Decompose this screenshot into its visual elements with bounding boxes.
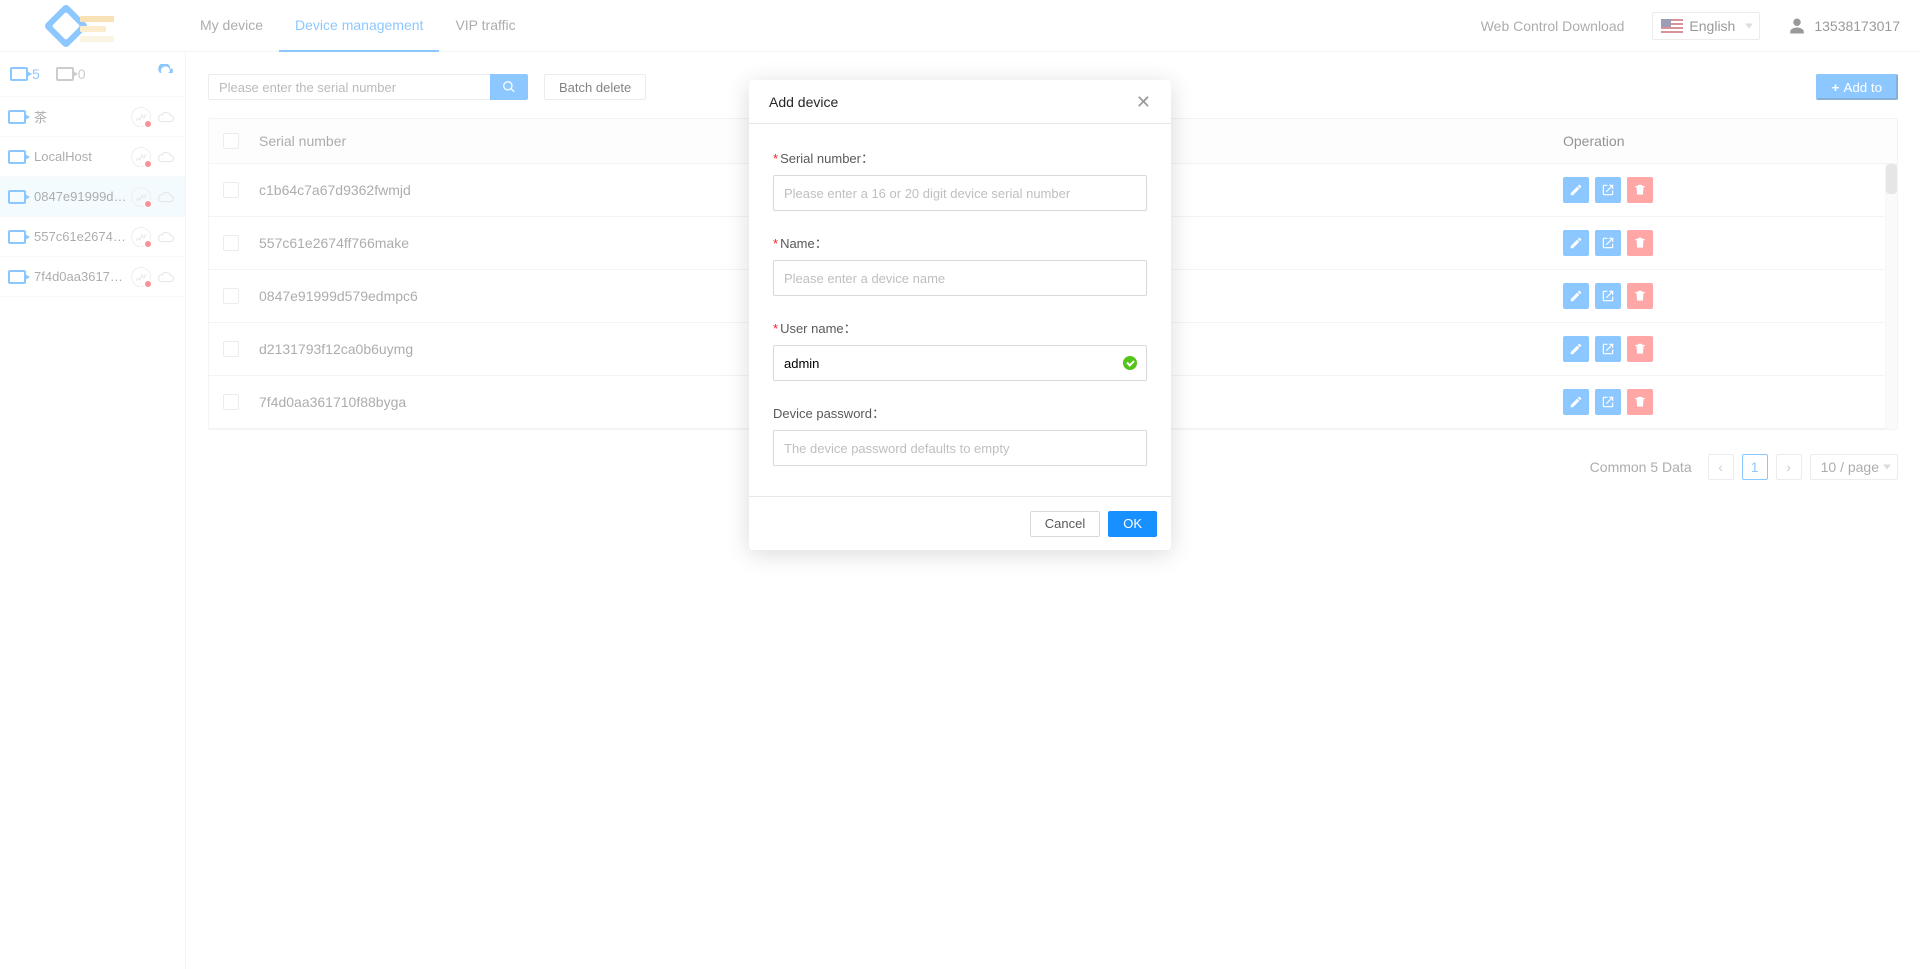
password-label: Device password： [773,403,1147,422]
modal-title: Add device [769,94,838,110]
serial-number-input[interactable] [773,175,1147,211]
device-name-input[interactable] [773,260,1147,296]
password-input[interactable] [773,430,1147,466]
close-icon: ✕ [1136,92,1151,112]
success-check-icon [1123,356,1137,370]
name-label: *Name： [773,233,1147,252]
username-label: *User name： [773,318,1147,337]
serial-label: *Serial number： [773,148,1147,167]
add-device-modal: Add device ✕ *Serial number： *Name： *Use… [749,80,1171,550]
modal-overlay: Add device ✕ *Serial number： *Name： *Use… [0,0,1920,969]
username-input[interactable] [773,345,1147,381]
ok-button[interactable]: OK [1108,511,1157,537]
modal-close-button[interactable]: ✕ [1136,93,1151,111]
cancel-button[interactable]: Cancel [1030,511,1100,537]
